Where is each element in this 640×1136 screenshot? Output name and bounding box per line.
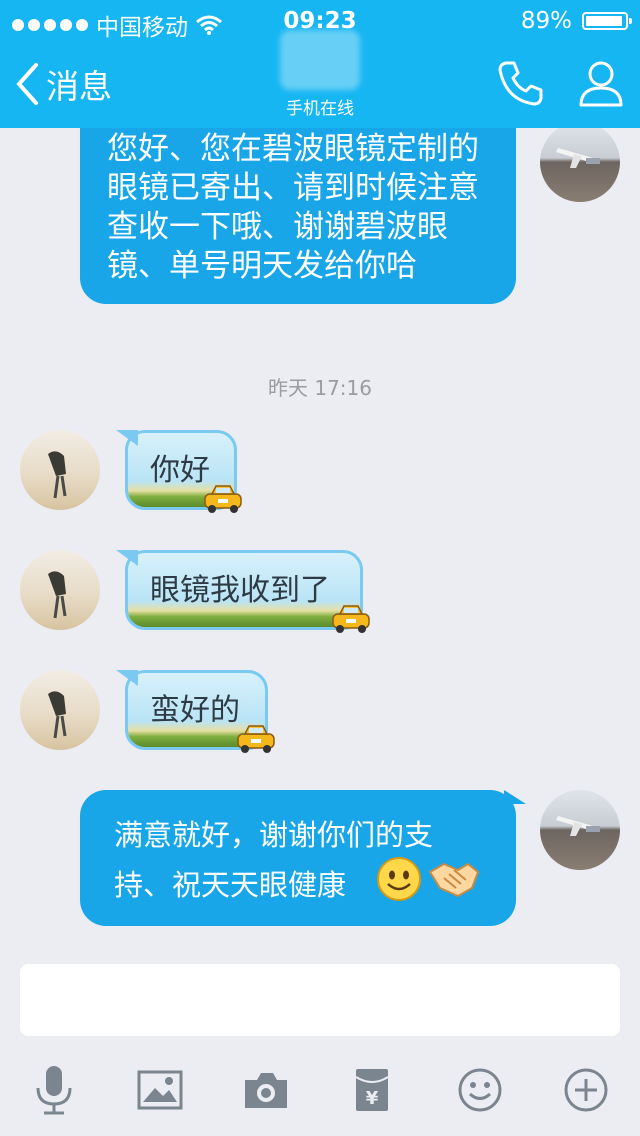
image-icon[interactable]	[130, 1060, 190, 1120]
taxi-sticker-icon	[204, 485, 242, 513]
smiley-emoji-icon	[377, 857, 421, 901]
back-label: 消息	[46, 67, 112, 106]
message-timestamp: 昨天 17:16	[268, 376, 372, 400]
red-packet-icon[interactable]: ¥	[342, 1060, 402, 1120]
message-bubble-incoming[interactable]: 眼镜我收到了	[116, 550, 363, 630]
microphone-icon[interactable]	[24, 1060, 84, 1120]
battery-icon	[582, 12, 632, 30]
camera-icon[interactable]	[236, 1060, 296, 1120]
message-text: 眼镜我收到了	[150, 573, 330, 608]
emoji-icon[interactable]	[450, 1060, 510, 1120]
composer: ¥	[0, 960, 640, 1136]
airplane-photo	[556, 816, 600, 836]
airplane-photo	[556, 148, 600, 168]
phone-icon[interactable]	[496, 58, 546, 108]
person-photo	[48, 571, 67, 619]
plus-icon[interactable]	[556, 1060, 616, 1120]
chat-area[interactable]: 您好、您在碧波眼镜定制的眼镜已寄出、请到时候注意查收一下哦、谢谢碧波眼镜、单号明…	[0, 128, 640, 960]
person-photo	[48, 691, 67, 739]
avatar[interactable]	[20, 430, 100, 510]
avatar[interactable]	[20, 550, 100, 630]
svg-text:¥: ¥	[366, 1088, 379, 1109]
input-toolbar: ¥	[0, 1060, 640, 1120]
taxi-sticker-icon	[237, 725, 275, 753]
taxi-sticker-icon	[332, 605, 370, 633]
avatar[interactable]	[20, 670, 100, 750]
back-button[interactable]: 消息	[14, 60, 112, 108]
message-text: 您好、您在碧波眼镜定制的眼镜已寄出、请到时候注意查收一下哦、谢谢碧波眼镜、单号明…	[107, 131, 479, 284]
message-bubble-outgoing[interactable]: 您好、您在碧波眼镜定制的眼镜已寄出、请到时候注意查收一下哦、谢谢碧波眼镜、单号明…	[80, 128, 516, 304]
avatar[interactable]	[540, 128, 620, 202]
message-text: 蛮好的	[150, 693, 240, 728]
contact-title[interactable]: 手机在线	[250, 30, 390, 120]
top-bar: 中国移动 09:23 89% 消息 手机在线	[0, 0, 640, 128]
message-input[interactable]	[20, 964, 620, 1036]
handshake-emoji-icon	[429, 863, 479, 897]
contact-name-redacted	[280, 30, 360, 90]
profile-icon[interactable]	[578, 59, 624, 107]
person-photo	[48, 451, 67, 499]
online-status: 手机在线	[286, 99, 354, 119]
avatar[interactable]	[540, 790, 620, 870]
chevron-left-icon	[16, 63, 38, 105]
battery-percent: 89%	[520, 8, 572, 34]
